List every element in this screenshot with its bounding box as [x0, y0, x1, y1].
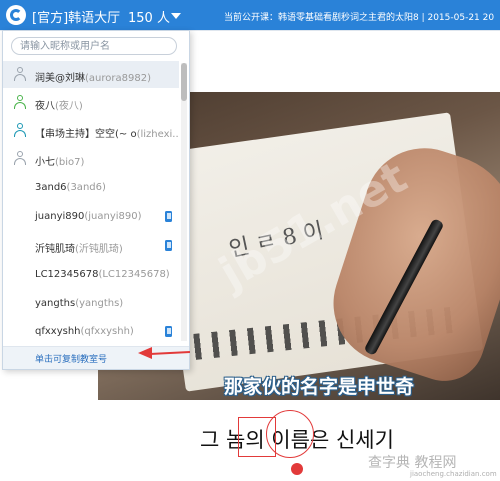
member-username: (沂钝肌琦) — [75, 244, 123, 255]
member-name: 小七 — [35, 157, 55, 168]
list-item[interactable]: qfxxyshh(qfxxyshh) — [3, 318, 179, 345]
annotation-arrow-icon — [138, 347, 152, 359]
member-name: LC12345678 — [35, 269, 99, 280]
watermark-chazidian-url: jiaocheng.chazidian.com — [410, 470, 497, 478]
member-username: (3and6) — [66, 182, 106, 193]
mobile-phone-icon — [165, 326, 172, 337]
copy-room-id-link[interactable]: 单击可复制教室号 — [3, 346, 189, 369]
list-item[interactable]: juanyi890(juanyi890) — [3, 203, 179, 230]
member-name: 润美@刘琳 — [35, 73, 85, 84]
list-item[interactable]: 【串场主持】空空(~ o(lizhexi... — [3, 117, 179, 144]
scrollbar-thumb[interactable] — [181, 63, 187, 101]
member-name: yangths — [35, 298, 76, 309]
list-item[interactable]: 润美@刘琳(aurora8982) — [3, 61, 179, 88]
list-item[interactable]: yangths(yangths) — [3, 290, 179, 317]
member-name: 【串场主持】空空(~ o — [35, 129, 137, 140]
member-list-dropdown: 润美@刘琳(aurora8982) 夜八(夜八) 【串场主持】空空(~ o(li… — [2, 30, 190, 370]
member-username: (yangths) — [75, 298, 124, 309]
member-username: (bio7) — [55, 157, 85, 168]
list-item[interactable]: 小七(bio7) — [3, 145, 179, 172]
member-username: (夜八) — [55, 101, 83, 112]
watermark-chazidian: 查字典 教程网 — [368, 455, 457, 471]
annotation-circle — [266, 410, 314, 458]
list-item[interactable]: 夜八(夜八) — [3, 89, 179, 116]
member-username: (aurora8982) — [85, 73, 151, 84]
gray-avatar-icon — [13, 151, 27, 165]
mobile-phone-icon — [165, 211, 172, 222]
member-username: (lizhexi... — [136, 129, 179, 140]
gray-avatar-icon — [13, 67, 27, 81]
member-name: 3and6 — [35, 182, 67, 193]
list-item[interactable]: 3and6(3and6) — [3, 174, 179, 201]
list-item[interactable]: 沂钝肌琦(沂钝肌琦) — [3, 232, 179, 259]
chevron-down-icon[interactable] — [171, 13, 181, 19]
subtitle-chinese: 那家伙的名字是申世奇 — [224, 376, 415, 398]
green-avatar-icon — [13, 95, 27, 109]
mobile-phone-icon — [165, 240, 172, 251]
room-title[interactable]: [官方]韩语大厅 — [32, 7, 120, 26]
scrollbar-track[interactable] — [181, 63, 187, 341]
member-username: (qfxxyshh) — [80, 326, 134, 337]
member-name: 夜八 — [35, 101, 55, 112]
online-count-button[interactable]: 150 人 — [128, 7, 170, 26]
member-name: 沂钝肌琦 — [35, 244, 75, 255]
search-input[interactable] — [11, 37, 177, 55]
app-logo-icon — [6, 5, 26, 25]
member-username: (LC12345678) — [98, 269, 170, 280]
copy-room-id-label: 单击可复制教室号 — [35, 355, 108, 365]
member-username: (juanyi890) — [84, 211, 142, 222]
member-name: qfxxyshh — [35, 326, 81, 337]
member-name: juanyi890 — [35, 211, 85, 222]
teal-avatar-icon — [13, 123, 27, 137]
list-item[interactable]: LC12345678(LC12345678) — [3, 261, 179, 288]
header-bar: [官方]韩语大厅 150 人 当前公开课：韩语零基础看剧秒词之主君的太阳8 | … — [0, 0, 500, 30]
annotation-dot — [291, 463, 303, 475]
now-playing-text: 当前公开课：韩语零基础看剧秒词之主君的太阳8 | 2015-05-21 20 — [224, 13, 495, 23]
